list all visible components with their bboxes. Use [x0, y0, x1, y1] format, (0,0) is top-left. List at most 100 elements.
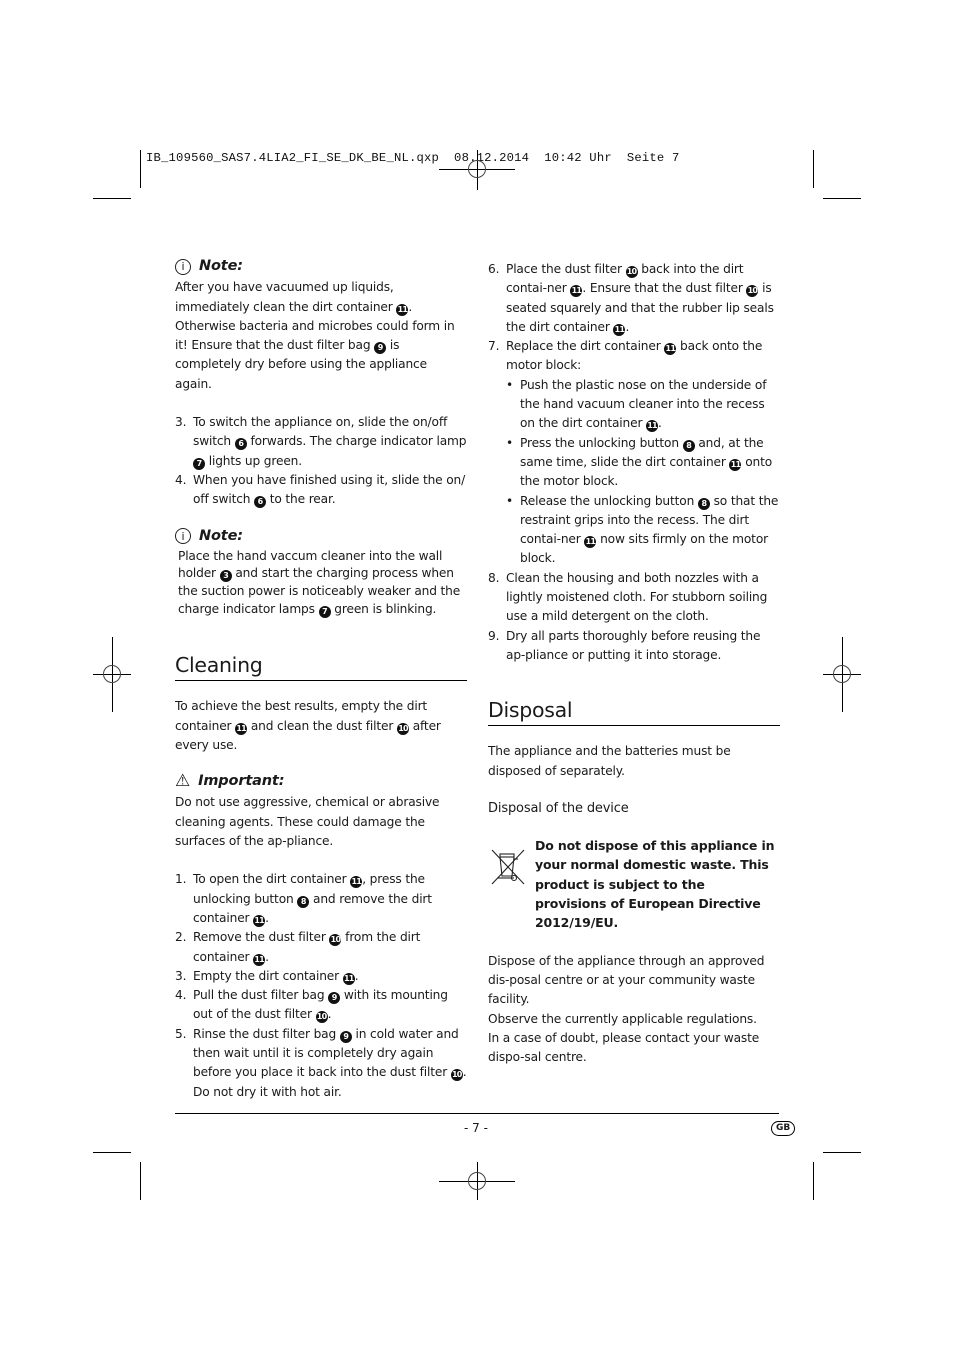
- part-number-badge: 9: [339, 1030, 352, 1043]
- disposal-subheading: Disposal of the device: [488, 800, 629, 816]
- part-number-badge: 10: [450, 1069, 463, 1082]
- part-number-badge: 10: [329, 934, 342, 947]
- section-title: Disposal: [488, 697, 780, 727]
- list-item: 3. Empty the dirt container 11.: [175, 967, 467, 986]
- note-text: Place the hand vaccum cleaner into the w…: [178, 548, 461, 618]
- part-number-badge: 6: [254, 496, 267, 509]
- part-number-badge: 11: [664, 343, 677, 356]
- step-text: To open the dirt container 11, press the…: [193, 872, 432, 927]
- bullet-item: • Press the unlocking button 8 and, at th…: [506, 435, 773, 489]
- print-slug: IB_109560_SAS7.4LIA2_FI_SE_DK_BE_NL.qxp …: [146, 151, 680, 165]
- part-number-badge: 11: [584, 536, 597, 549]
- step-text: Empty the dirt container 11.: [193, 968, 359, 985]
- part-number-badge: 11: [253, 953, 266, 966]
- right-column: 6. Place the dust filter 10 back into the…: [488, 260, 780, 1067]
- bullet-list: • Push the plastic nose on the underside …: [506, 376, 780, 569]
- list-item: 5. Rinse the dust filter bag 9 in cold wa…: [175, 1025, 467, 1102]
- list-item: 3. To switch the appliance on, slide the …: [175, 413, 467, 471]
- part-number-badge: 11: [350, 876, 363, 889]
- list-item: 1. To open the dirt container 11, press t…: [175, 870, 467, 928]
- list-item: 6. Place the dust filter 10 back into the…: [488, 260, 780, 337]
- cleaning-intro: To achieve the best results, empty the d…: [175, 699, 441, 752]
- disposal-intro: The appliance and the batteries must be …: [488, 744, 731, 778]
- step-number: 4.: [175, 988, 187, 1003]
- step-text: Clean the housing and both nozzles with …: [506, 570, 768, 624]
- part-number-badge: 10: [746, 285, 759, 298]
- part-number-badge: 11: [253, 914, 266, 927]
- part-number-badge: 11: [342, 972, 355, 985]
- part-number-badge: 11: [570, 285, 583, 298]
- part-number-badge: 9: [374, 342, 387, 355]
- crossed-out-wheelie-bin-icon: [488, 836, 535, 932]
- list-item: 2. Remove the dust filter 10 from the dir…: [175, 928, 467, 967]
- part-number-badge: 10: [315, 1011, 328, 1024]
- important-block: ⚠ Important: Do not use aggressive, chemi…: [175, 772, 467, 851]
- step-number: 2.: [175, 930, 187, 945]
- part-number-badge: 7: [318, 605, 331, 618]
- part-number-badge: 10: [625, 266, 638, 278]
- cleaning-steps-continued: 6. Place the dust filter 10 back into the…: [488, 260, 780, 665]
- bullet-item: • Release the unlocking button 8 so that …: [506, 493, 779, 566]
- step-text: Replace the dirt container 11 back onto …: [506, 337, 780, 569]
- disposal-paragraph: In a case of doubt, please contact your …: [488, 1030, 760, 1065]
- list-item: 4. Pull the dust filter bag 9 with its mo…: [175, 986, 467, 1025]
- part-number-badge: 7: [193, 457, 205, 470]
- steps-list-a: 3. To switch the appliance on, slide the …: [175, 413, 467, 509]
- disposal-paragraph: Dispose of the appliance through an appr…: [488, 953, 765, 1007]
- step-text: Rinse the dust filter bag 9 in cold wate…: [193, 1026, 467, 1099]
- part-number-badge: 6: [234, 438, 247, 451]
- part-number-badge: 11: [613, 323, 626, 336]
- step-number: 3.: [175, 415, 187, 430]
- step-text: Dry all parts thoroughly before reusing …: [506, 628, 761, 662]
- step-text: When you have finished using it, slide t…: [193, 472, 466, 509]
- disposal-paragraph: Observe the currently applicable regulat…: [488, 1011, 757, 1026]
- left-column: i Note: After you have vacuumed up liquid…: [175, 257, 467, 1102]
- part-number-badge: 3: [219, 570, 232, 583]
- step-text: Place the dust filter 10 back into the d…: [506, 262, 774, 336]
- step-number: 6.: [488, 262, 500, 276]
- step-number: 1.: [175, 872, 187, 887]
- part-number-badge: 8: [697, 497, 710, 510]
- part-number-badge: 11: [646, 420, 659, 433]
- important-title: Important:: [198, 773, 285, 790]
- list-item: 8. Clean the housing and both nozzles wit…: [488, 569, 780, 627]
- section-disposal: Disposal The appliance and the batteries…: [488, 697, 780, 1067]
- step-text: Remove the dust filter 10 from the dirt …: [193, 930, 421, 966]
- weee-warning-text: Do not dispose of this appliance in your…: [535, 838, 775, 931]
- part-number-badge: 8: [297, 895, 310, 908]
- step-number: 4.: [175, 472, 187, 487]
- note-block-2: i Note: Place the hand vaccum cleaner int…: [175, 527, 467, 619]
- list-item: 7. Replace the dirt container 11 back ont…: [488, 337, 780, 569]
- list-item: 9. Dry all parts thoroughly before reusin…: [488, 627, 780, 666]
- important-text: Do not use aggressive, chemical or abras…: [175, 795, 440, 849]
- section-cleaning: Cleaning To achieve the best results, em…: [175, 652, 467, 1102]
- part-number-badge: 8: [682, 439, 695, 452]
- disposal-body: Dispose of the appliance through an appr…: [488, 952, 780, 1068]
- weee-warning: Do not dispose of this appliance in your…: [488, 836, 780, 932]
- note-title: Note:: [199, 527, 243, 544]
- note-title: Note:: [199, 258, 243, 274]
- list-item: 4. When you have finished using it, slide…: [175, 471, 467, 510]
- note-text: After you have vacuumed up liquids, imme…: [175, 280, 455, 391]
- part-number-badge: 9: [328, 992, 341, 1005]
- section-title: Cleaning: [175, 652, 467, 682]
- part-number-badge: 11: [396, 303, 409, 316]
- part-number-badge: 11: [729, 458, 742, 471]
- part-number-badge: 10: [396, 722, 409, 735]
- step-number: 5.: [175, 1026, 187, 1041]
- step-number: 7.: [488, 339, 500, 354]
- step-number: 3.: [175, 968, 187, 983]
- part-number-badge: 11: [235, 722, 248, 735]
- info-icon: i: [175, 528, 191, 545]
- cleaning-steps: 1. To open the dirt container 11, press t…: [175, 870, 467, 1102]
- warning-icon: ⚠: [175, 771, 191, 792]
- bullet-item: • Push the plastic nose on the underside …: [506, 377, 767, 433]
- info-icon: i: [175, 258, 191, 275]
- country-badge: GB: [771, 1121, 796, 1136]
- footer-rule: [175, 1113, 779, 1114]
- page-number: - 7 -: [464, 1121, 488, 1135]
- step-number: 9.: [488, 628, 500, 643]
- step-text: To switch the appliance on, slide the on…: [193, 415, 467, 470]
- step-text: Pull the dust filter bag 9 with its moun…: [193, 988, 448, 1024]
- note-block-1: i Note: After you have vacuumed up liquid…: [175, 257, 467, 394]
